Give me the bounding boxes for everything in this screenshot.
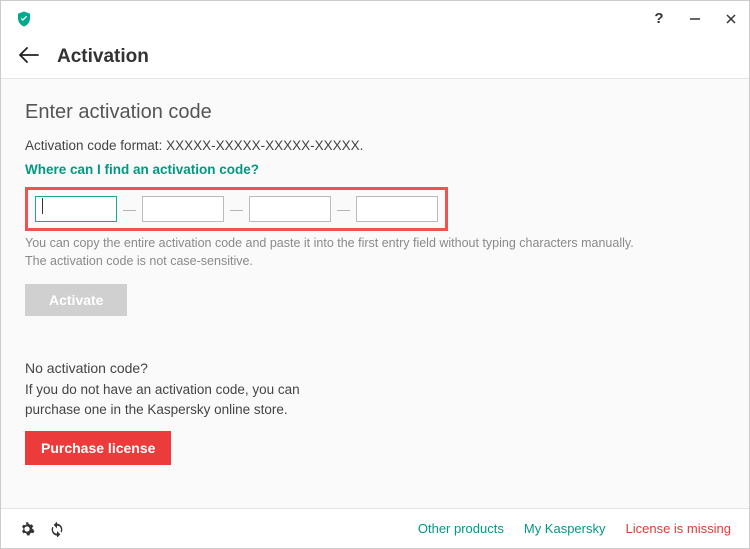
my-kaspersky-link[interactable]: My Kaspersky xyxy=(524,521,606,536)
code-input-2[interactable] xyxy=(142,196,224,222)
code-input-1[interactable] xyxy=(35,196,117,222)
section-heading: Enter activation code xyxy=(25,101,725,124)
code-input-highlight: — — — xyxy=(25,187,448,231)
code-separator: — xyxy=(230,202,243,217)
other-products-link[interactable]: Other products xyxy=(418,521,504,536)
kaspersky-shield-icon xyxy=(15,10,33,28)
close-button[interactable] xyxy=(713,1,749,36)
hint-text: You can copy the entire activation code … xyxy=(25,235,725,270)
code-input-3[interactable] xyxy=(249,196,331,222)
code-separator: — xyxy=(337,202,350,217)
minimize-button[interactable] xyxy=(677,1,713,36)
format-label: Activation code format: XXXXX-XXXXX-XXXX… xyxy=(25,138,725,153)
code-input-4[interactable] xyxy=(356,196,438,222)
footer-links: Other products My Kaspersky License is m… xyxy=(418,521,731,536)
activate-button[interactable]: Activate xyxy=(25,284,127,316)
code-separator: — xyxy=(123,202,136,217)
purchase-license-button[interactable]: Purchase license xyxy=(25,431,171,465)
find-code-help-link[interactable]: Where can I find an activation code? xyxy=(25,162,259,177)
titlebar: ? xyxy=(1,1,749,36)
page-title: Activation xyxy=(57,46,149,68)
window-controls: ? xyxy=(641,1,749,36)
refresh-icon[interactable] xyxy=(49,521,65,537)
hint-line-1: You can copy the entire activation code … xyxy=(25,235,725,253)
license-missing-link[interactable]: License is missing xyxy=(626,521,732,536)
code-input-row: — — — xyxy=(35,196,438,222)
help-button[interactable]: ? xyxy=(641,1,677,36)
hint-line-2: The activation code is not case-sensitiv… xyxy=(25,253,725,271)
back-arrow-icon[interactable] xyxy=(19,47,39,67)
footer-bar: Other products My Kaspersky License is m… xyxy=(1,508,749,548)
header-row: Activation xyxy=(1,36,749,79)
no-code-question: No activation code? xyxy=(25,360,725,376)
no-code-text: If you do not have an activation code, y… xyxy=(25,380,335,419)
footer-icons xyxy=(19,521,65,537)
gear-icon[interactable] xyxy=(19,521,35,537)
content-area: Enter activation code Activation code fo… xyxy=(1,79,749,508)
